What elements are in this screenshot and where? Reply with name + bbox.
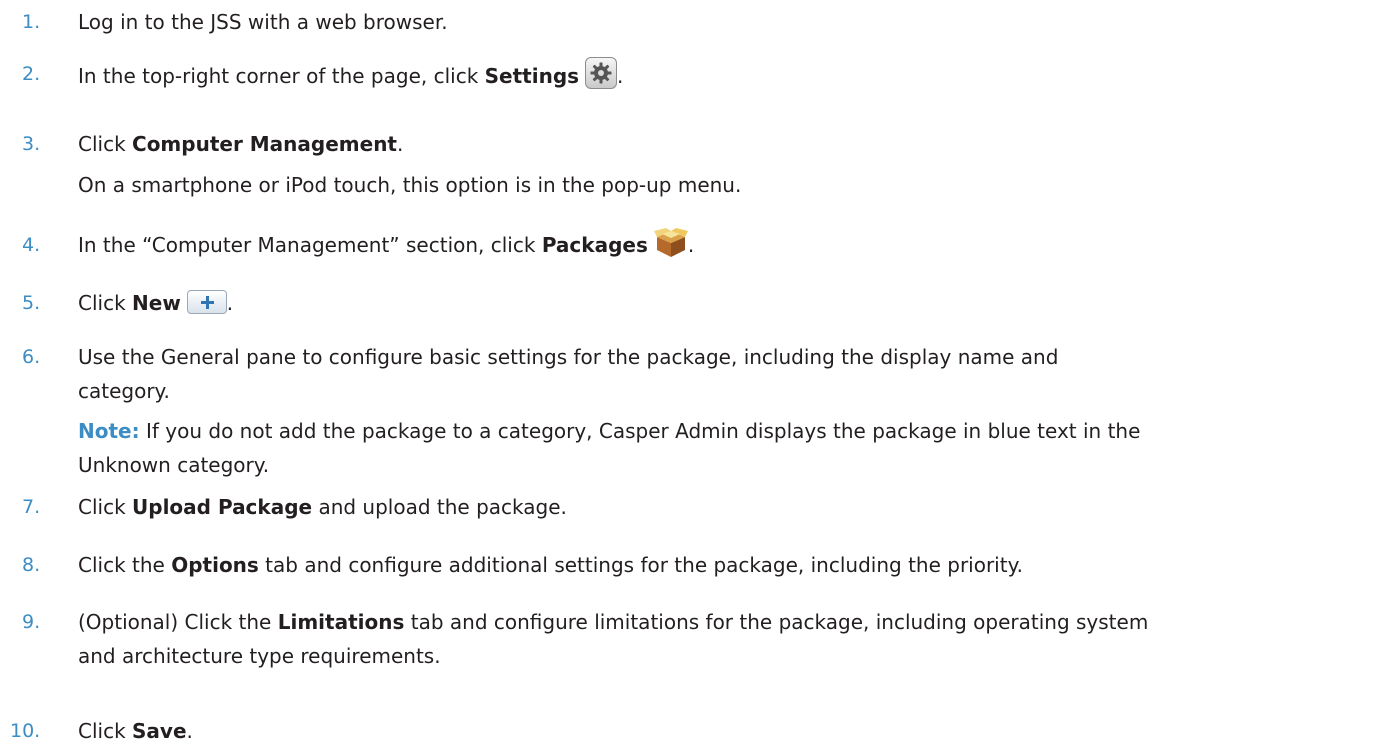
step-text: In the top-right corner of the page, cli… — [78, 64, 485, 88]
step-number: 4. — [22, 234, 41, 256]
new-label: New — [132, 291, 181, 315]
step-number: 5. — [22, 292, 41, 314]
step-text: Click — [78, 132, 133, 156]
step-text: In the “Computer Management” section, cl… — [78, 233, 542, 257]
settings-label: Settings — [484, 64, 580, 88]
step-text: Click — [78, 495, 133, 519]
step-text-end: . — [397, 132, 404, 156]
step-number: 9. — [22, 611, 41, 633]
plus-icon[interactable] — [186, 290, 227, 314]
step-text-end: tab and configure additional settings fo… — [258, 553, 1023, 577]
upload-package-label: Upload Package — [132, 495, 313, 519]
step-text: Log in to the JSS with a web browser. — [78, 10, 448, 34]
step-text-end: and upload the package. — [312, 495, 567, 519]
step-text-continued: category. — [78, 379, 170, 403]
package-icon[interactable] — [653, 228, 688, 258]
step-text-end: . — [226, 291, 234, 315]
options-label: Options — [171, 553, 259, 577]
step-number: 10. — [10, 720, 41, 742]
computer-management-label: Computer Management — [132, 132, 397, 156]
packages-label: Packages — [541, 233, 648, 257]
step-text: Click — [78, 719, 133, 743]
note-text: If you do not add the package to a categ… — [139, 419, 1141, 443]
note-label: Note: — [78, 419, 140, 443]
step-text-end: . — [617, 64, 624, 88]
step-number: 8. — [22, 554, 41, 576]
step-text: (Optional) Click the — [78, 610, 278, 634]
step-subtext: On a smartphone or iPod touch, this opti… — [78, 173, 742, 197]
step-text-end: . — [687, 233, 695, 257]
step-number: 7. — [22, 496, 41, 518]
step-text: Click — [78, 291, 133, 315]
step-text: Use the General pane to configure basic … — [78, 345, 1059, 369]
step-text-end: . — [186, 719, 193, 743]
limitations-label: Limitations — [277, 610, 405, 634]
save-label: Save — [132, 719, 187, 743]
step-number: 6. — [22, 346, 41, 368]
step-text: Click the — [78, 553, 172, 577]
step-number: 1. — [22, 11, 41, 33]
step-number: 2. — [22, 63, 41, 85]
step-text-end: tab and configure limitations for the pa… — [404, 610, 1149, 634]
step-text-continued: and architecture type requirements. — [78, 644, 441, 668]
step-number: 3. — [22, 133, 41, 155]
gear-icon[interactable] — [585, 57, 618, 89]
note-text-continued: Unknown category. — [78, 453, 270, 477]
